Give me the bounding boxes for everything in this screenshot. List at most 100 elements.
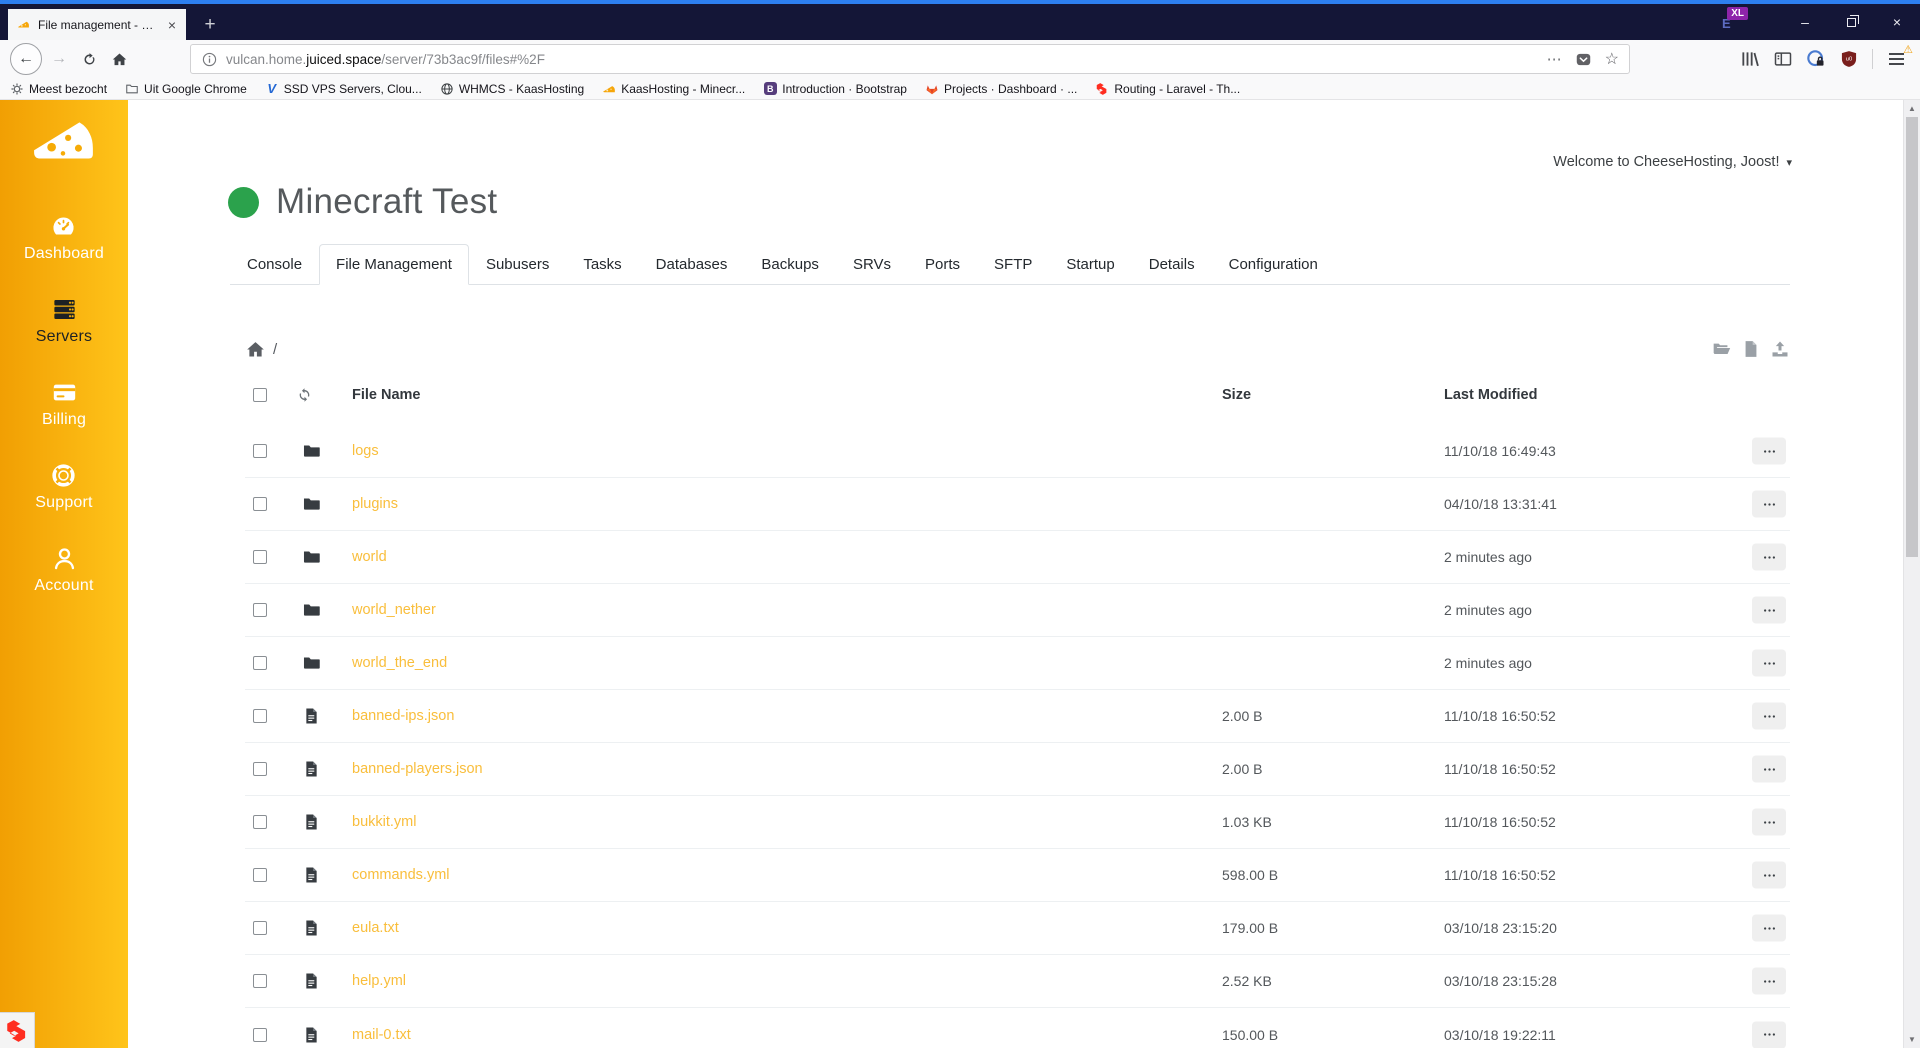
- page-actions-icon[interactable]: ⋯: [1547, 50, 1562, 68]
- tab-sftp[interactable]: SFTP: [977, 244, 1049, 285]
- file-name-link[interactable]: eula.txt: [352, 920, 399, 936]
- cheesehosting-logo-icon[interactable]: [31, 116, 97, 168]
- bookmark-projects-dashboard[interactable]: Projects · Dashboard · ...: [925, 82, 1077, 96]
- minimize-button[interactable]: –: [1782, 4, 1828, 40]
- row-checkbox[interactable]: [253, 444, 267, 458]
- tab-backups[interactable]: Backups: [744, 244, 836, 285]
- url-bar[interactable]: vulcan.home.juiced.space/server/73b3ac9f…: [190, 44, 1630, 74]
- row-actions-button[interactable]: [1752, 861, 1786, 889]
- file-name-link[interactable]: mail-0.txt: [352, 1027, 411, 1043]
- sidebar-item-billing[interactable]: Billing: [42, 379, 86, 429]
- bookmark-uit-google-chrome[interactable]: Uit Google Chrome: [125, 82, 247, 96]
- row-checkbox[interactable]: [253, 815, 267, 829]
- ublock-icon[interactable]: u0: [1839, 49, 1859, 69]
- scroll-up-icon[interactable]: ▲: [1904, 104, 1920, 113]
- select-all-checkbox[interactable]: [253, 388, 267, 402]
- tab-subusers[interactable]: Subusers: [469, 244, 566, 285]
- url-text[interactable]: vulcan.home.juiced.space/server/73b3ac9f…: [226, 52, 1539, 67]
- row-actions-button[interactable]: [1752, 543, 1786, 571]
- home-breadcrumb-icon[interactable]: [245, 339, 266, 360]
- new-folder-icon[interactable]: [1712, 339, 1732, 359]
- row-checkbox[interactable]: [253, 550, 267, 564]
- row-checkbox[interactable]: [253, 868, 267, 882]
- restore-button[interactable]: [1828, 4, 1874, 40]
- file-name-link[interactable]: world_the_end: [352, 655, 447, 671]
- reload-button[interactable]: [74, 44, 104, 74]
- row-checkbox[interactable]: [253, 921, 267, 935]
- close-button[interactable]: ×: [1874, 4, 1920, 40]
- home-button[interactable]: [104, 44, 134, 74]
- bookmark-introduction-bootstrap[interactable]: B Introduction · Bootstrap: [763, 82, 907, 96]
- row-actions-button[interactable]: [1752, 596, 1786, 624]
- new-tab-button[interactable]: +: [194, 9, 226, 40]
- forward-button[interactable]: →: [44, 44, 74, 74]
- file-name-link[interactable]: commands.yml: [352, 867, 450, 883]
- column-header-name: File Name: [352, 387, 421, 403]
- file-name-link[interactable]: world_nether: [352, 602, 436, 618]
- row-actions-button[interactable]: [1752, 914, 1786, 942]
- bookmark-kaashosting-minecr[interactable]: KaasHosting - Minecr...: [602, 82, 745, 96]
- file-name-link[interactable]: logs: [352, 443, 379, 459]
- sidebar-toggle-icon[interactable]: [1773, 49, 1793, 69]
- tab-srvs[interactable]: SRVs: [836, 244, 908, 285]
- row-actions-button[interactable]: [1752, 437, 1786, 465]
- back-button[interactable]: ←: [10, 43, 42, 75]
- row-checkbox[interactable]: [253, 1027, 267, 1042]
- bookmark-ssd-vps-servers-clou[interactable]: V SSD VPS Servers, Clou...: [265, 82, 421, 96]
- row-checkbox[interactable]: [253, 603, 267, 617]
- tab-databases[interactable]: Databases: [639, 244, 745, 285]
- breadcrumb-path[interactable]: /: [273, 341, 277, 358]
- row-actions-button[interactable]: [1752, 808, 1786, 836]
- bookmark-routing-laravel-th[interactable]: Routing - Laravel - Th...: [1095, 82, 1240, 96]
- row-checkbox[interactable]: [253, 762, 267, 776]
- tab-configuration[interactable]: Configuration: [1212, 244, 1335, 285]
- sidebar-item-dashboard[interactable]: Dashboard: [24, 213, 104, 263]
- file-size: 2.00 B: [1222, 708, 1263, 724]
- file-name-link[interactable]: banned-players.json: [352, 761, 483, 777]
- file-name-link[interactable]: world: [352, 549, 387, 565]
- pocket-icon[interactable]: [1574, 51, 1593, 68]
- row-checkbox[interactable]: [253, 709, 267, 723]
- row-checkbox[interactable]: [253, 974, 267, 988]
- tab-ports[interactable]: Ports: [908, 244, 977, 285]
- site-info-icon[interactable]: [201, 51, 218, 68]
- file-row-mail-0-txt: mail-0.txt 150.00 B 03/10/18 19:22:11: [245, 1008, 1790, 1048]
- tab-console[interactable]: Console: [230, 244, 319, 285]
- scrollbar-thumb[interactable]: [1906, 117, 1918, 557]
- tab-file-management[interactable]: File Management: [319, 244, 469, 285]
- page-scrollbar[interactable]: ▲ ▼: [1903, 100, 1920, 1048]
- new-file-icon[interactable]: [1741, 339, 1761, 359]
- row-actions-button[interactable]: [1752, 649, 1786, 677]
- tab-title: File management - Vulcan: [38, 17, 159, 32]
- row-actions-button[interactable]: [1752, 755, 1786, 783]
- file-name-link[interactable]: plugins: [352, 496, 398, 512]
- row-checkbox[interactable]: [253, 497, 267, 511]
- file-name-link[interactable]: help.yml: [352, 973, 406, 989]
- tab-startup[interactable]: Startup: [1049, 244, 1131, 285]
- row-actions-button[interactable]: [1752, 702, 1786, 730]
- scroll-down-icon[interactable]: ▼: [1904, 1035, 1920, 1044]
- bookmark-whmcs-kaashosting[interactable]: WHMCS - KaasHosting: [440, 82, 584, 96]
- browser-tab[interactable]: File management - Vulcan ×: [8, 9, 186, 40]
- sidebar-item-support[interactable]: Support: [35, 462, 93, 512]
- tab-close-icon[interactable]: ×: [166, 17, 178, 33]
- row-actions-button[interactable]: [1752, 967, 1786, 995]
- row-actions-button[interactable]: [1752, 490, 1786, 518]
- bookmark-meest-bezocht[interactable]: Meest bezocht: [10, 82, 107, 96]
- tab-tasks[interactable]: Tasks: [566, 244, 638, 285]
- sidebar-item-servers[interactable]: Servers: [36, 296, 93, 346]
- refresh-icon[interactable]: [296, 387, 313, 404]
- row-checkbox[interactable]: [253, 656, 267, 670]
- library-icon[interactable]: [1740, 49, 1760, 69]
- file-row-banned-ips-json: banned-ips.json 2.00 B 11/10/18 16:50:52: [245, 690, 1790, 743]
- menu-hamburger-icon[interactable]: ⚠: [1886, 44, 1913, 69]
- bookmark-star-icon[interactable]: ☆: [1605, 49, 1619, 69]
- upload-icon[interactable]: [1770, 339, 1790, 359]
- file-name-link[interactable]: bukkit.yml: [352, 814, 416, 830]
- onepassword-icon[interactable]: [1806, 49, 1826, 69]
- tab-details[interactable]: Details: [1132, 244, 1212, 285]
- account-menu[interactable]: Welcome to CheeseHosting, Joost! ▾: [1553, 154, 1792, 170]
- row-actions-button[interactable]: [1752, 1021, 1786, 1048]
- sidebar-item-account[interactable]: Account: [34, 545, 93, 595]
- file-name-link[interactable]: banned-ips.json: [352, 708, 454, 724]
